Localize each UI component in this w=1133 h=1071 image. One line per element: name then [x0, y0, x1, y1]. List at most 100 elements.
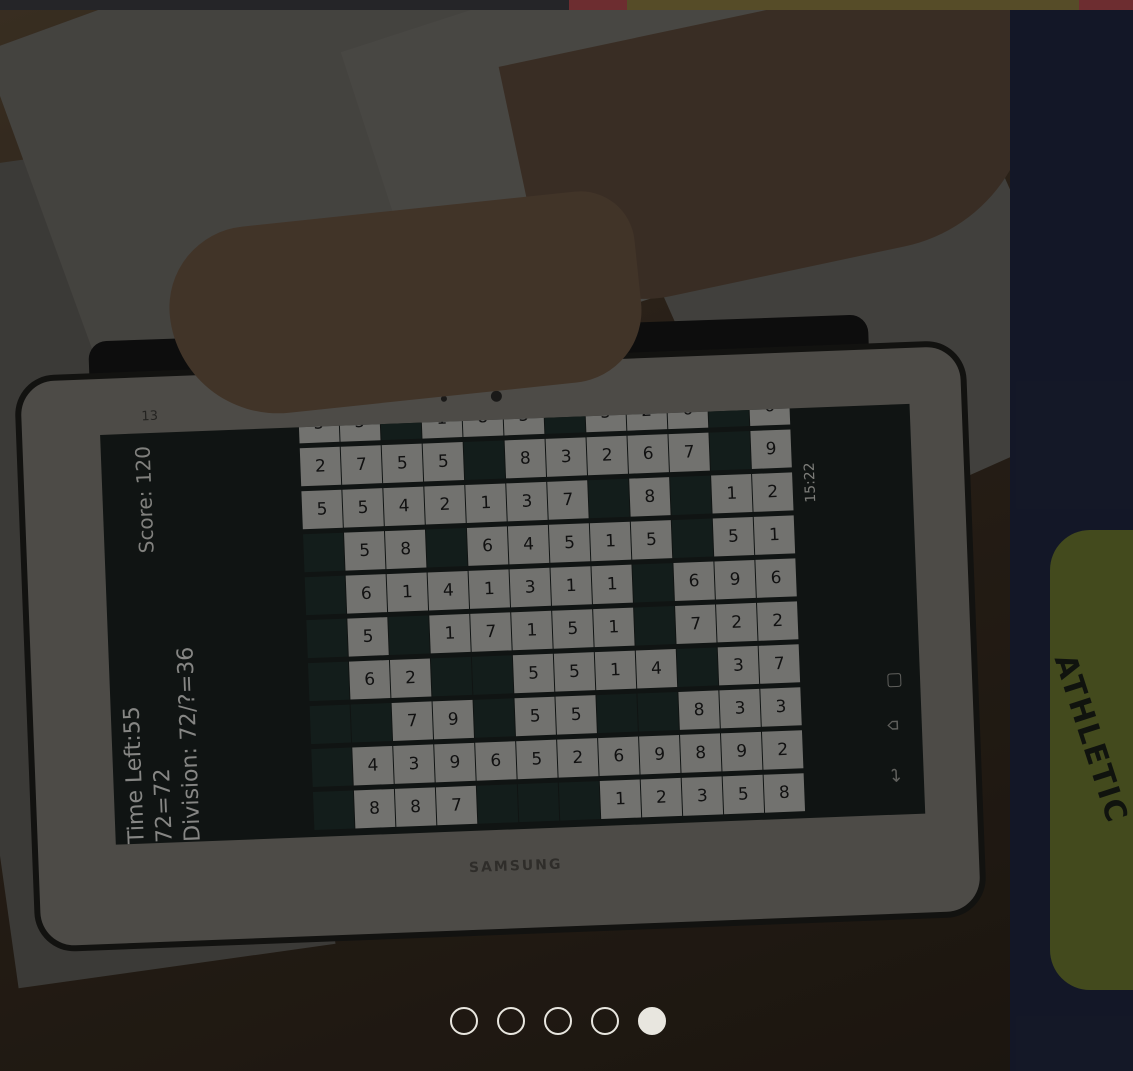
recent-apps-icon[interactable]: ▢ — [883, 671, 905, 689]
grid-cell[interactable]: 9 — [432, 699, 474, 740]
grid-cell[interactable] — [471, 655, 514, 695]
grid-cell[interactable] — [517, 782, 560, 823]
grid-cell[interactable]: 1 — [593, 607, 635, 648]
grid-cell[interactable] — [309, 704, 352, 745]
grid-cell[interactable]: 6 — [348, 660, 391, 700]
grid-cell[interactable]: 1 — [511, 610, 553, 651]
grid-cell[interactable] — [312, 790, 355, 831]
grid-cell[interactable] — [306, 618, 348, 659]
grid-cell[interactable] — [476, 784, 519, 824]
carousel-dot-3[interactable] — [544, 1007, 572, 1035]
grid-cell[interactable]: 6 — [627, 434, 669, 474]
grid-cell[interactable]: 5 — [381, 443, 424, 484]
grid-cell[interactable]: 9 — [750, 429, 792, 469]
grid-cell[interactable] — [311, 747, 353, 788]
grid-cell[interactable]: 8 — [629, 477, 671, 517]
grid-cell[interactable]: 1 — [594, 650, 637, 691]
grid-cell[interactable]: 1 — [429, 613, 471, 654]
grid-cell[interactable]: 1 — [465, 483, 507, 523]
grid-cell[interactable] — [709, 431, 751, 471]
grid-cell[interactable] — [473, 698, 515, 738]
grid-cell[interactable]: 2 — [299, 446, 342, 487]
grid-cell[interactable]: 4 — [635, 649, 678, 689]
carousel-dot-5[interactable] — [638, 1007, 666, 1035]
grid-cell[interactable]: 8 — [680, 733, 722, 773]
grid-cell[interactable]: 5 — [502, 403, 545, 436]
grid-cell[interactable]: 2 — [761, 730, 804, 770]
grid-cell[interactable]: 5 — [344, 531, 386, 571]
grid-cell[interactable] — [463, 440, 506, 480]
grid-cell[interactable]: 7 — [668, 432, 710, 473]
grid-cell[interactable]: 8 — [394, 787, 437, 827]
grid-cell[interactable]: 8 — [763, 773, 806, 813]
grid-cell[interactable]: 2 — [757, 601, 799, 641]
grid-cell[interactable]: 4 — [352, 745, 394, 786]
grid-cell[interactable]: 8 — [678, 690, 720, 730]
grid-cell[interactable] — [388, 615, 430, 656]
grid-cell[interactable]: 5 — [301, 489, 343, 530]
grid-cell[interactable]: 6 — [748, 403, 791, 427]
grid-cell[interactable]: 3 — [545, 437, 587, 477]
carousel-dot-2[interactable] — [497, 1007, 525, 1035]
grid-cell[interactable]: 1 — [550, 566, 592, 606]
grid-cell[interactable]: 2 — [625, 403, 668, 431]
grid-cell[interactable]: 1 — [599, 779, 642, 820]
grid-cell[interactable]: 8 — [353, 788, 396, 829]
back-icon[interactable]: ↩ — [886, 767, 908, 783]
grid-cell[interactable]: 5 — [552, 609, 594, 649]
grid-cell[interactable]: 2 — [640, 777, 683, 818]
grid-cell[interactable]: 6 — [673, 561, 715, 602]
grid-cell[interactable] — [425, 527, 468, 568]
grid-cell[interactable] — [670, 475, 712, 516]
grid-cell[interactable]: 6 — [466, 526, 509, 566]
grid-cell[interactable]: 5 — [512, 653, 555, 694]
grid-cell[interactable]: 5 — [584, 403, 627, 433]
grid-cell[interactable] — [380, 403, 422, 441]
grid-cell[interactable]: 8 — [461, 403, 504, 438]
grid-cell[interactable] — [676, 647, 719, 687]
grid-cell[interactable]: 7 — [435, 785, 478, 826]
grid-cell[interactable] — [671, 518, 714, 559]
grid-cell[interactable] — [558, 781, 601, 821]
grid-cell[interactable] — [707, 403, 750, 428]
grid-cell[interactable]: 2 — [752, 472, 794, 512]
grid-cell[interactable]: 5 — [553, 652, 596, 692]
grid-cell[interactable]: 2 — [424, 485, 466, 525]
grid-cell[interactable]: 6 — [475, 741, 517, 781]
grid-cell[interactable]: 5 — [422, 442, 465, 482]
carousel-dot-1[interactable] — [450, 1007, 478, 1035]
grid-cell[interactable]: 6 — [666, 403, 709, 430]
grid-cell[interactable]: 7 — [391, 701, 434, 741]
carousel-dot-4[interactable] — [591, 1007, 619, 1035]
grid-cell[interactable]: 4 — [507, 524, 550, 565]
grid-cell[interactable] — [308, 661, 350, 702]
grid-cell[interactable]: 7 — [675, 604, 717, 644]
grid-cell[interactable] — [637, 691, 679, 732]
grid-cell[interactable]: 5 — [548, 523, 591, 563]
grid-cell[interactable]: 5 — [516, 739, 558, 780]
grid-cell[interactable]: 3 — [509, 567, 551, 608]
grid-cell[interactable]: 5 — [339, 403, 381, 442]
grid-cell[interactable] — [303, 532, 345, 573]
grid-cell[interactable]: 6 — [345, 574, 388, 614]
grid-cell[interactable]: 5 — [712, 516, 755, 557]
grid-cell[interactable]: 7 — [340, 445, 383, 485]
grid-cell[interactable]: 3 — [681, 776, 724, 816]
grid-cell[interactable]: 3 — [719, 688, 761, 729]
grid-cell[interactable]: 5 — [342, 488, 384, 528]
grid-cell[interactable] — [304, 575, 347, 616]
grid-cell[interactable]: 7 — [470, 612, 512, 652]
grid-cell[interactable] — [596, 693, 638, 734]
grid-cell[interactable]: 6 — [755, 558, 797, 598]
grid-cell[interactable]: 6 — [598, 736, 640, 777]
grid-cell[interactable]: 2 — [557, 738, 599, 778]
grid-cell[interactable]: 9 — [639, 734, 681, 775]
grid-cell[interactable] — [632, 563, 674, 603]
grid-cell[interactable]: 3 — [506, 481, 548, 522]
grid-cell[interactable]: 1 — [421, 403, 463, 439]
grid-cell[interactable]: 5 — [555, 695, 597, 735]
grid-cell[interactable]: 1 — [711, 474, 753, 514]
grid-cell[interactable]: 9 — [721, 731, 763, 772]
grid-cell[interactable]: 2 — [389, 658, 432, 698]
grid-cell[interactable]: 3 — [717, 645, 760, 686]
